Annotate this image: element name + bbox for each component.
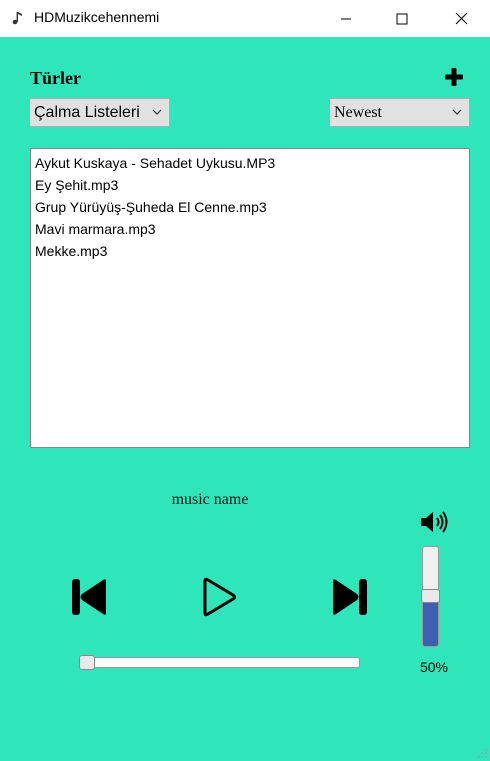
resize-grip-icon[interactable] xyxy=(478,749,488,759)
speaker-icon[interactable] xyxy=(420,510,452,534)
category-dropdown[interactable]: Çalma Listeleri xyxy=(29,98,170,127)
window-title: HDMuzikcehennemi xyxy=(34,9,160,25)
close-button[interactable] xyxy=(438,0,484,37)
title-bar: HDMuzikcehennemi xyxy=(0,0,490,37)
list-item[interactable]: Mekke.mp3 xyxy=(35,240,465,262)
music-note-icon xyxy=(12,12,22,25)
maximize-button[interactable] xyxy=(379,0,425,37)
skip-next-icon[interactable] xyxy=(329,575,369,619)
chevron-down-icon xyxy=(152,109,162,115)
volume-slider-thumb[interactable] xyxy=(421,589,440,603)
list-item[interactable]: Mavi marmara.mp3 xyxy=(35,218,465,240)
close-icon xyxy=(455,12,467,25)
seek-slider[interactable] xyxy=(81,657,360,668)
volume-percent: 50% xyxy=(419,659,449,675)
sort-dropdown-value: Newest xyxy=(334,103,382,121)
play-icon[interactable] xyxy=(198,575,238,619)
skip-previous-icon[interactable] xyxy=(70,575,110,619)
track-list[interactable]: Aykut Kuskaya - Sehadet Uykusu.MP3 Ey Şe… xyxy=(30,148,470,448)
seek-slider-thumb[interactable] xyxy=(79,655,95,670)
now-playing-label: music name xyxy=(171,491,249,508)
plus-icon[interactable] xyxy=(444,67,464,87)
maximize-icon xyxy=(396,13,408,24)
list-item[interactable]: Ey Şehit.mp3 xyxy=(35,174,465,196)
genres-heading: Türler xyxy=(30,68,81,88)
minimize-icon xyxy=(341,18,351,19)
category-dropdown-value: Çalma Listeleri xyxy=(34,103,140,121)
list-item[interactable]: Aykut Kuskaya - Sehadet Uykusu.MP3 xyxy=(35,152,465,174)
minimize-button[interactable] xyxy=(323,0,369,37)
chevron-down-icon xyxy=(452,109,462,115)
list-item[interactable]: Grup Yürüyüş-Şuheda El Cenne.mp3 xyxy=(35,196,465,218)
sort-dropdown[interactable]: Newest xyxy=(329,98,470,127)
